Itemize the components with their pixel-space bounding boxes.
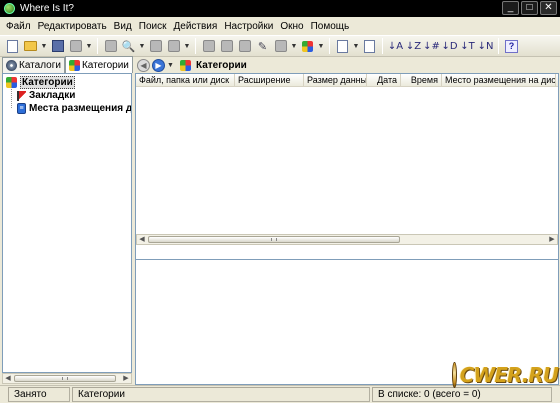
sort-date-icon[interactable]: ↓D bbox=[441, 38, 458, 55]
new-icon[interactable] bbox=[4, 38, 21, 55]
file-list-header: Файл, папка или диск Расширение Размер д… bbox=[136, 74, 558, 87]
save-icon[interactable] bbox=[49, 38, 66, 55]
search-dropdown-icon[interactable]: ▼ bbox=[138, 38, 146, 55]
app-icon bbox=[4, 3, 15, 14]
tab-categories-label: Категории bbox=[81, 59, 129, 71]
sort-desc-icon[interactable]: ↓Z bbox=[405, 38, 422, 55]
current-location-title: Категории bbox=[196, 59, 247, 71]
navigation-bar: ◀ ▶ ▼ Категории bbox=[135, 57, 559, 73]
tree-horizontal-scrollbar[interactable]: ◀ ▶ bbox=[2, 373, 132, 384]
open-icon[interactable] bbox=[22, 38, 39, 55]
disc-icon bbox=[6, 60, 17, 71]
sort-type-icon[interactable]: ↓T bbox=[459, 38, 476, 55]
scroll-thumb[interactable] bbox=[148, 236, 400, 243]
close-button[interactable]: ✕ bbox=[540, 1, 557, 15]
menu-help[interactable]: Помощь bbox=[309, 21, 355, 32]
menu-bar: Файл Редактировать Вид Поиск Действия На… bbox=[0, 17, 560, 35]
category-dropdown-icon[interactable]: ▼ bbox=[317, 38, 325, 55]
toolbar-separator bbox=[498, 38, 499, 54]
copy-icon[interactable] bbox=[165, 38, 182, 55]
toolbar-separator bbox=[97, 38, 98, 54]
menu-file[interactable]: Файл bbox=[4, 21, 36, 32]
open-dropdown-icon[interactable]: ▼ bbox=[40, 38, 48, 55]
window-title: Where Is It? bbox=[20, 3, 74, 14]
menu-view[interactable]: Вид bbox=[112, 21, 137, 32]
cut-icon[interactable] bbox=[147, 38, 164, 55]
forward-icon[interactable]: ▶ bbox=[152, 58, 165, 72]
category-tree[interactable]: Категории Закладки ≡ Места размещения ди… bbox=[2, 73, 132, 373]
right-panel: ◀ ▶ ▼ Категории Файл, папка или диск Рас… bbox=[135, 57, 559, 385]
toolbar-separator bbox=[382, 38, 383, 54]
duplicate-icon[interactable] bbox=[236, 38, 253, 55]
menu-edit[interactable]: Редактировать bbox=[36, 21, 112, 32]
edit-icon[interactable]: ✎ bbox=[254, 38, 271, 55]
toolbar-separator bbox=[329, 38, 330, 54]
menu-search[interactable]: Поиск bbox=[137, 21, 172, 32]
scroll-right-icon[interactable]: ▶ bbox=[547, 235, 557, 244]
tab-catalogs-label: Каталоги bbox=[19, 60, 61, 71]
tab-categories[interactable]: Категории bbox=[64, 56, 133, 73]
bookmark-flag-icon bbox=[17, 90, 26, 101]
back-icon[interactable]: ◀ bbox=[137, 58, 150, 72]
toolbar-separator bbox=[195, 38, 196, 54]
menu-window[interactable]: Окно bbox=[278, 21, 308, 32]
tree-item-label: Закладки bbox=[29, 90, 76, 101]
tree-item-label: Категории bbox=[20, 76, 75, 89]
category-icon[interactable] bbox=[299, 38, 316, 55]
categories-icon bbox=[6, 77, 17, 88]
scroll-right-icon[interactable]: ▶ bbox=[121, 374, 131, 383]
properties-dropdown-icon[interactable]: ▼ bbox=[290, 38, 298, 55]
scroll-thumb[interactable] bbox=[14, 375, 116, 382]
delete-icon[interactable] bbox=[218, 38, 235, 55]
watermark-logo-icon bbox=[452, 362, 457, 388]
places-icon: ≡ bbox=[17, 103, 26, 114]
left-panel-tabs: Каталоги Категории bbox=[2, 56, 133, 73]
paste-icon[interactable] bbox=[200, 38, 217, 55]
disk-icon[interactable] bbox=[102, 38, 119, 55]
tree-item-label: Места размещения дис bbox=[29, 103, 132, 114]
sort-size-icon[interactable]: ↓# bbox=[423, 38, 440, 55]
copy-dropdown-icon[interactable]: ▼ bbox=[183, 38, 191, 55]
window-controls: _ □ ✕ bbox=[502, 1, 557, 15]
print-dropdown-icon[interactable]: ▼ bbox=[85, 38, 93, 55]
column-name[interactable]: Файл, папка или диск bbox=[136, 74, 235, 87]
history-dropdown-icon[interactable]: ▼ bbox=[167, 62, 174, 69]
maximize-button[interactable]: □ bbox=[521, 1, 538, 15]
toolbar: ▼ ▼ 🔍 ▼ ▼ ✎ ▼ ▼ ▼ ↓A ↓Z ↓# ↓D ↓T ↓N ? bbox=[0, 35, 560, 57]
tree-item-places[interactable]: ≡ Места размещения дис bbox=[17, 102, 132, 115]
sort-name-icon[interactable]: ↓N bbox=[477, 38, 494, 55]
status-section: Категории bbox=[72, 387, 370, 402]
title-bar: Where Is It? _ □ ✕ bbox=[0, 0, 560, 17]
tab-catalogs[interactable]: Каталоги bbox=[2, 57, 65, 73]
column-location[interactable]: Место размещения на диске bbox=[442, 74, 556, 87]
print-icon[interactable] bbox=[67, 38, 84, 55]
tree-item-bookmarks[interactable]: Закладки bbox=[17, 89, 75, 102]
menu-settings[interactable]: Настройки bbox=[222, 21, 278, 32]
categories-icon bbox=[68, 59, 80, 71]
help-icon[interactable]: ? bbox=[503, 38, 520, 55]
menu-actions[interactable]: Действия bbox=[171, 21, 222, 32]
view-dropdown-icon[interactable]: ▼ bbox=[352, 38, 360, 55]
column-size[interactable]: Размер данных bbox=[304, 74, 367, 87]
watermark: CWER.RU bbox=[452, 360, 559, 390]
tree-item-categories[interactable]: Категории bbox=[6, 76, 75, 89]
watermark-text: CWER.RU bbox=[459, 363, 559, 387]
left-panel: Каталоги Категории Категории Закладки ≡ … bbox=[0, 56, 133, 385]
column-date[interactable]: Дата bbox=[367, 74, 401, 87]
list-horizontal-scrollbar[interactable]: ◀ ▶ bbox=[136, 234, 558, 245]
minimize-button[interactable]: _ bbox=[502, 1, 519, 15]
scroll-left-icon[interactable]: ◀ bbox=[3, 374, 13, 383]
sort-asc-icon[interactable]: ↓A bbox=[387, 38, 404, 55]
export-icon[interactable] bbox=[361, 38, 378, 55]
view-icon[interactable] bbox=[334, 38, 351, 55]
scroll-left-icon[interactable]: ◀ bbox=[137, 235, 147, 244]
column-time[interactable]: Время bbox=[401, 74, 442, 87]
column-extension[interactable]: Расширение bbox=[235, 74, 304, 87]
categories-icon bbox=[180, 59, 191, 71]
status-state: Занято bbox=[8, 387, 70, 402]
search-icon[interactable]: 🔍 bbox=[120, 38, 137, 55]
properties-icon[interactable] bbox=[272, 38, 289, 55]
